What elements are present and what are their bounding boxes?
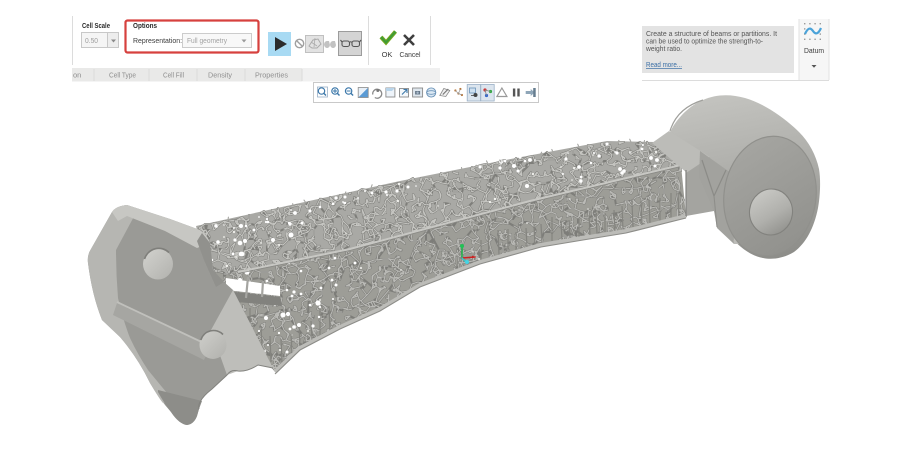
svg-text:Representation:: Representation: (133, 36, 182, 45)
svg-text:Cell Type: Cell Type (109, 71, 136, 80)
svg-text:OK: OK (382, 50, 393, 59)
svg-text:Datum: Datum (804, 46, 824, 55)
svg-text:weight ratio.: weight ratio. (645, 46, 682, 53)
svg-text:Cancel: Cancel (400, 50, 421, 59)
svg-text:Cell Scale: Cell Scale (82, 21, 110, 30)
svg-text:Read more...: Read more... (646, 62, 682, 69)
svg-text:can be used to optimize the st: can be used to optimize the strength-to- (646, 39, 764, 46)
svg-text:Density: Density (208, 71, 232, 80)
svg-text:Properties: Properties (255, 71, 288, 80)
svg-text:Options: Options (133, 21, 157, 30)
svg-text:on: on (73, 71, 81, 80)
svg-text:Create a structure of beams or: Create a structure of beams or partition… (646, 31, 777, 38)
svg-text:0.50: 0.50 (85, 36, 98, 45)
svg-text:Cell Fill: Cell Fill (163, 71, 184, 80)
svg-text:Full geometry: Full geometry (187, 36, 227, 45)
